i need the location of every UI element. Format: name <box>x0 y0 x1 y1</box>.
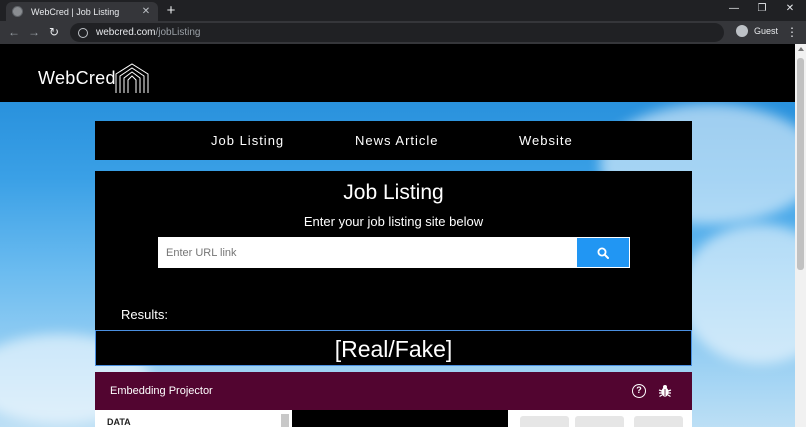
nav-link-website[interactable]: Website <box>519 133 573 148</box>
browser-tab-strip: WebCred | Job Listing ✕ + — ❐ ✕ <box>0 0 806 21</box>
search-button[interactable] <box>576 237 630 268</box>
control-chip[interactable] <box>575 416 624 427</box>
job-listing-card: Job Listing Enter your job listing site … <box>95 171 692 331</box>
projector-title: Embedding Projector <box>110 385 213 397</box>
page-scrollbar[interactable] <box>795 44 806 427</box>
data-panel-label: DATA <box>107 417 131 427</box>
results-label: Results: <box>121 307 168 322</box>
new-tab-button[interactable]: + <box>164 2 178 19</box>
controls-panel <box>508 410 692 427</box>
browser-toolbar: ← → ↻ webcred.com/jobListing Guest ⋮ <box>0 21 806 44</box>
nav-link-news-article[interactable]: News Article <box>355 133 439 148</box>
embedding-projector-body: DATA <box>95 410 692 427</box>
building-logo-icon <box>115 63 149 93</box>
url-input[interactable] <box>158 237 576 268</box>
bug-icon[interactable] <box>658 384 672 398</box>
site-header: WebCred <box>0 44 795 102</box>
cloud-decoration <box>680 224 795 364</box>
url-path: /jobListing <box>155 27 201 38</box>
tab-close-icon[interactable]: ✕ <box>140 6 152 17</box>
page-subtitle: Enter your job listing site below <box>303 214 484 229</box>
help-icon[interactable]: ? <box>632 384 646 398</box>
data-panel-scrollbar[interactable] <box>281 414 289 427</box>
minimize-icon[interactable]: — <box>726 2 742 16</box>
control-chip[interactable] <box>520 416 569 427</box>
embedding-projector-header: Embedding Projector ? <box>95 372 692 410</box>
reload-icon[interactable]: ↻ <box>46 24 62 40</box>
scroll-up-arrow-icon[interactable] <box>798 47 804 51</box>
result-value: [Real/Fake] <box>334 336 453 362</box>
scrollbar-thumb[interactable] <box>797 58 804 270</box>
profile-button[interactable]: Guest <box>736 25 778 37</box>
back-arrow-icon[interactable]: ← <box>6 24 22 40</box>
main-navbar: Job Listing News Article Website <box>95 121 692 160</box>
control-chip[interactable] <box>634 416 683 427</box>
page-title: Job Listing <box>343 181 444 204</box>
browser-menu-icon[interactable]: ⋮ <box>786 25 798 39</box>
globe-favicon-icon <box>12 6 23 17</box>
browser-tab[interactable]: WebCred | Job Listing ✕ <box>6 2 158 21</box>
url-host: webcred.com <box>96 27 156 38</box>
site-logo-text[interactable]: WebCred <box>38 68 116 89</box>
result-box: [Real/Fake] <box>95 330 692 366</box>
address-bar[interactable]: webcred.com/jobListing <box>70 23 724 42</box>
nav-link-job-listing[interactable]: Job Listing <box>211 133 284 148</box>
tab-title: WebCred | Job Listing <box>31 6 120 17</box>
data-panel: DATA <box>95 410 292 427</box>
account-icon <box>736 25 748 37</box>
page-viewport: WebCred Job Listing News Article Website… <box>0 44 795 427</box>
globe-icon <box>78 27 88 38</box>
close-window-icon[interactable]: ✕ <box>782 2 798 16</box>
maximize-icon[interactable]: ❐ <box>754 2 770 16</box>
forward-arrow-icon[interactable]: → <box>26 24 42 40</box>
profile-label: Guest <box>754 26 779 36</box>
search-icon <box>597 247 609 259</box>
